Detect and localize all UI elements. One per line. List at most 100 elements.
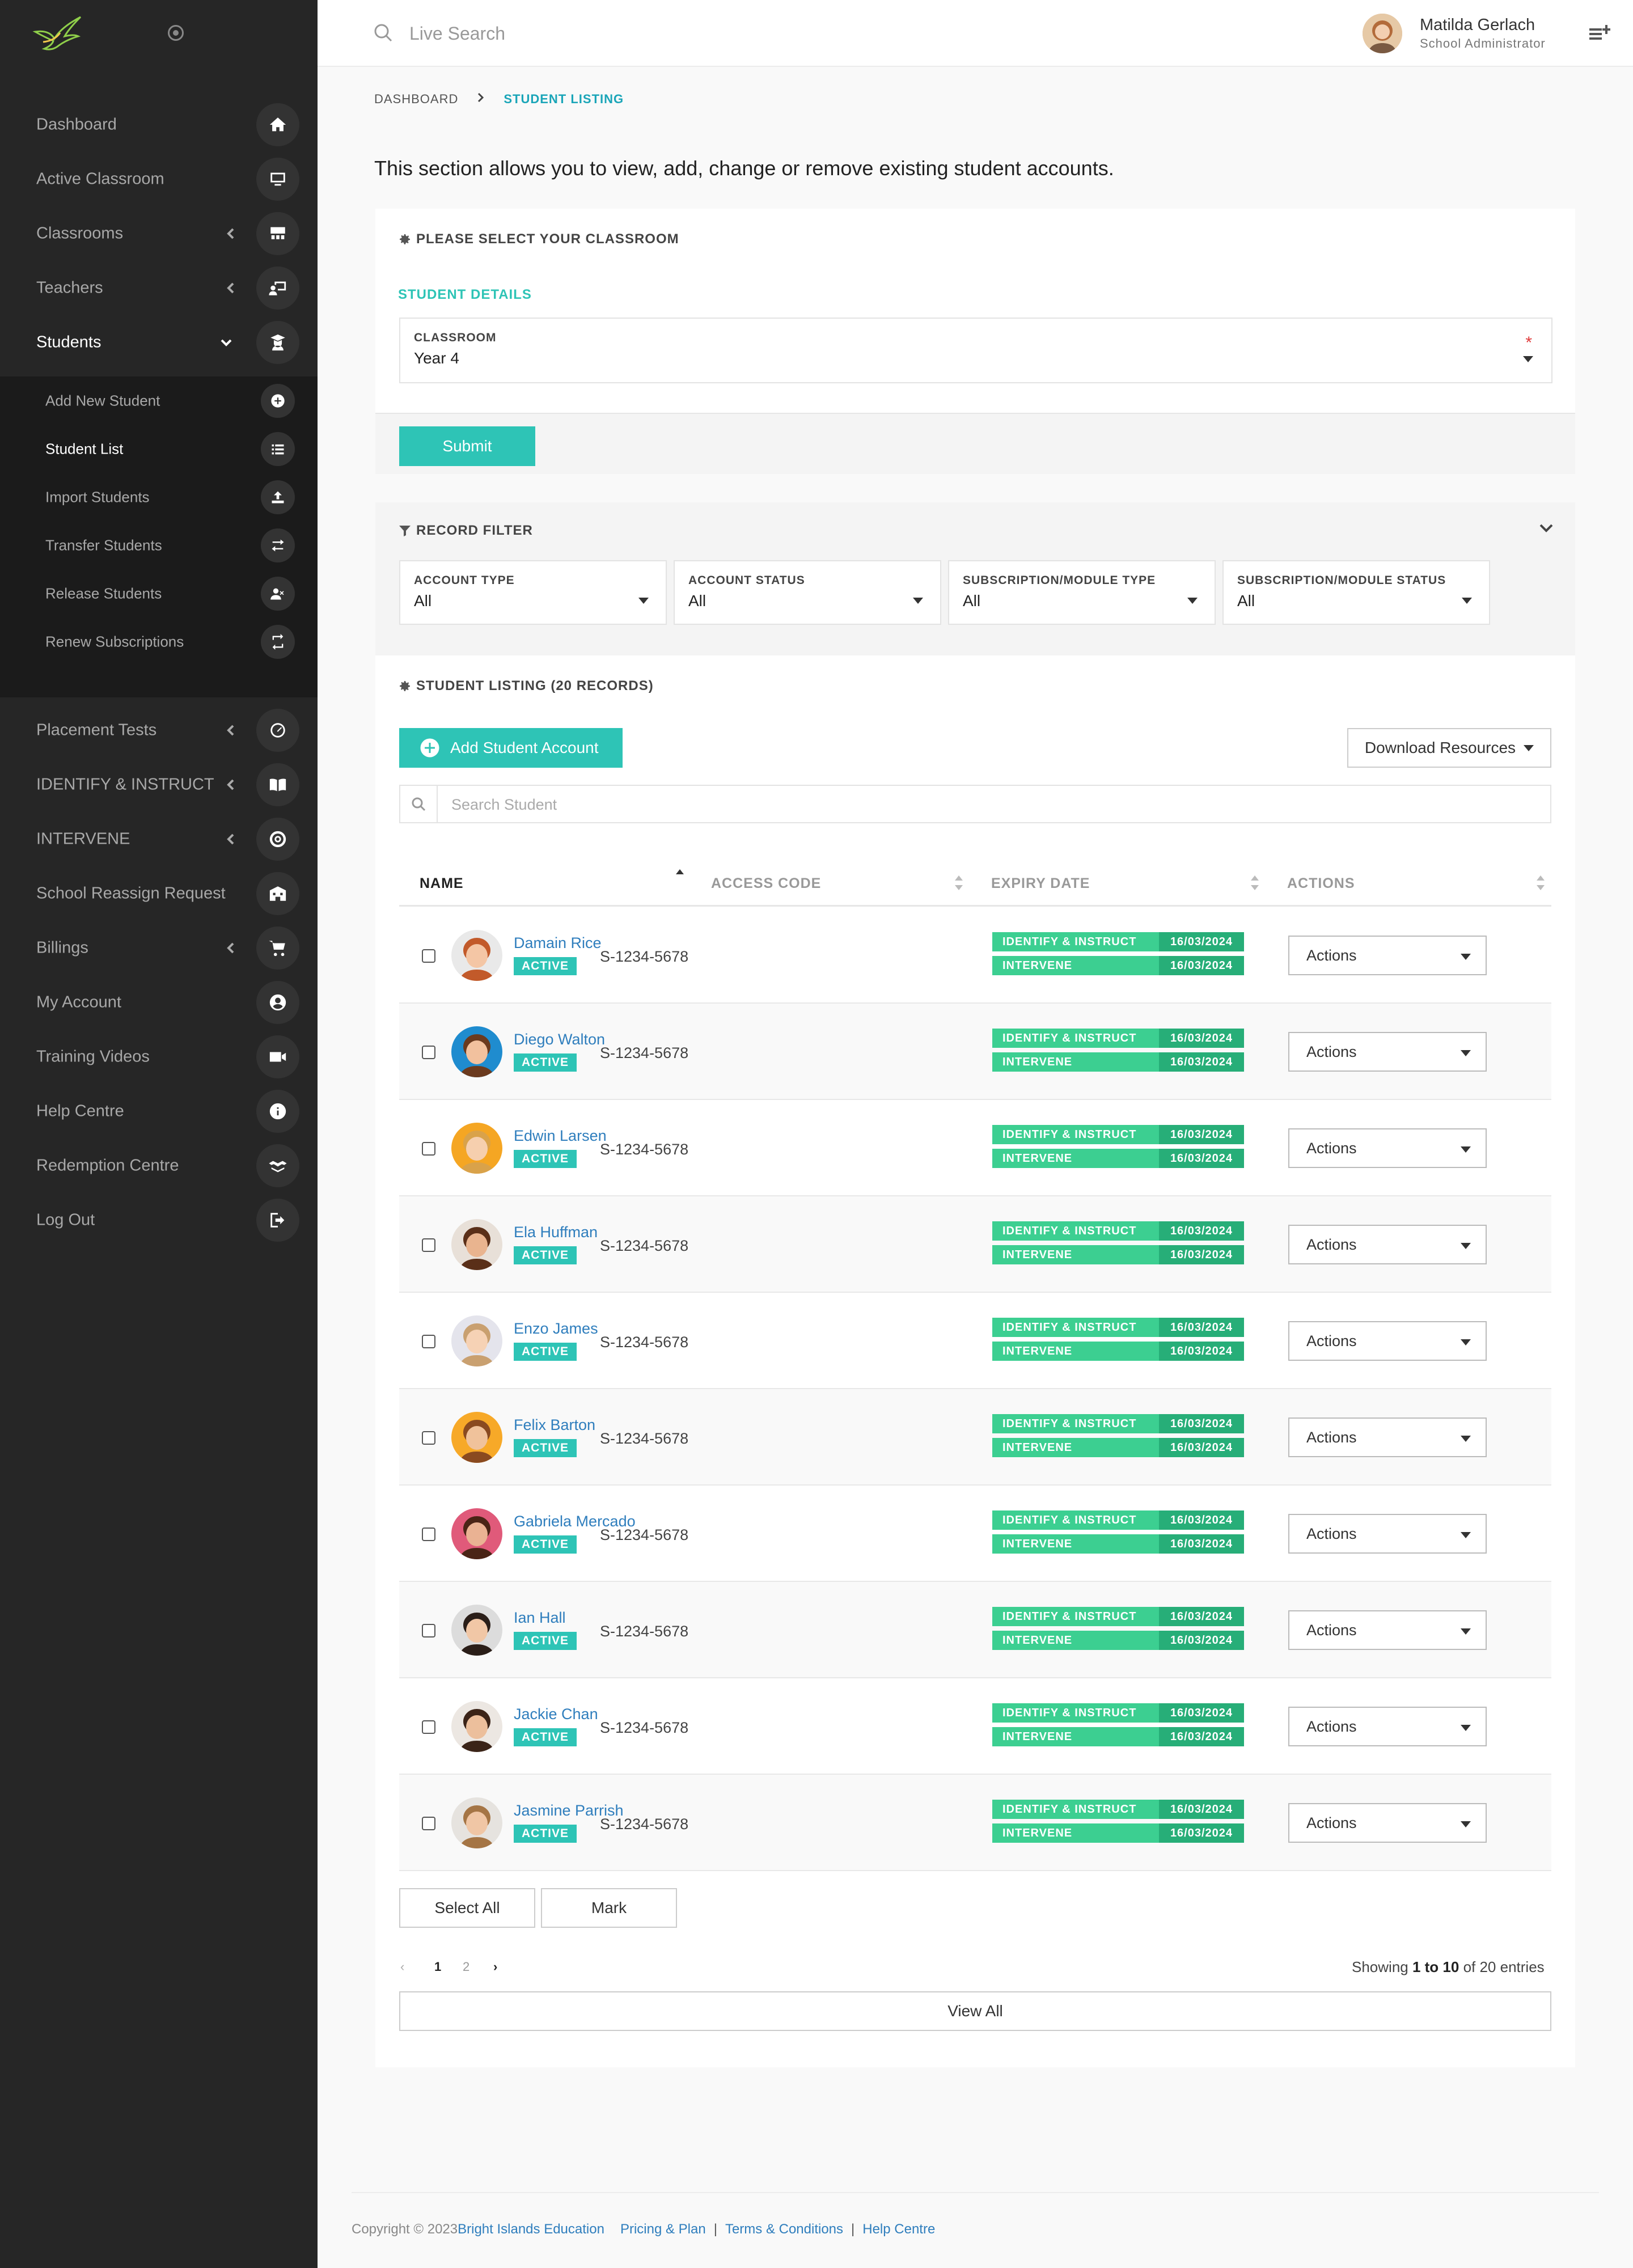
student-avatar[interactable] bbox=[451, 1508, 502, 1559]
add-student-account-button[interactable]: Add Student Account bbox=[399, 728, 623, 768]
actions-dropdown[interactable]: Actions bbox=[1288, 1417, 1487, 1457]
student-avatar[interactable] bbox=[451, 1315, 502, 1366]
subscription-name: IDENTIFY & INSTRUCT bbox=[992, 1029, 1159, 1048]
sidebar-item-identify-instruct[interactable]: IDENTIFY & INSTRUCT bbox=[0, 758, 318, 812]
sidebar-item-redemption-centre[interactable]: Redemption Centre bbox=[0, 1139, 318, 1193]
row-checkbox[interactable] bbox=[422, 1431, 435, 1445]
hummingbird-logo[interactable] bbox=[32, 14, 83, 53]
sort-icon[interactable] bbox=[955, 875, 963, 890]
student-avatar[interactable] bbox=[451, 1026, 502, 1077]
student-name-link[interactable]: Ela Huffman bbox=[514, 1224, 598, 1241]
live-search-input[interactable] bbox=[409, 20, 750, 46]
sidebar-item-school-reassign[interactable]: School Reassign Request bbox=[0, 866, 318, 921]
actions-dropdown[interactable]: Actions bbox=[1288, 1128, 1487, 1168]
search-icon bbox=[373, 23, 394, 43]
column-header-name[interactable]: NAME bbox=[420, 861, 464, 906]
row-checkbox[interactable] bbox=[422, 1046, 435, 1059]
row-checkbox[interactable] bbox=[422, 1817, 435, 1830]
actions-dropdown[interactable]: Actions bbox=[1288, 1514, 1487, 1554]
student-name-link[interactable]: Enzo James bbox=[514, 1320, 598, 1338]
submenu-item-release-students[interactable]: Release Students bbox=[0, 569, 318, 617]
sort-icon[interactable] bbox=[1251, 875, 1259, 890]
menu-add-icon[interactable] bbox=[1588, 23, 1610, 45]
row-checkbox[interactable] bbox=[422, 1527, 435, 1541]
actions-dropdown[interactable]: Actions bbox=[1288, 1225, 1487, 1264]
actions-dropdown[interactable]: Actions bbox=[1288, 936, 1487, 975]
footer-company-link[interactable]: Bright Islands Education bbox=[458, 2222, 604, 2237]
sidebar-item-my-account[interactable]: My Account bbox=[0, 975, 318, 1030]
row-checkbox[interactable] bbox=[422, 1238, 435, 1252]
student-avatar[interactable] bbox=[451, 1701, 502, 1752]
row-checkbox[interactable] bbox=[422, 1624, 435, 1637]
module-type-select[interactable]: SUBSCRIPTION/MODULE TYPE All bbox=[948, 560, 1216, 625]
sidebar-item-help-centre[interactable]: Help Centre bbox=[0, 1084, 318, 1139]
module-status-select[interactable]: SUBSCRIPTION/MODULE STATUS All bbox=[1222, 560, 1490, 625]
actions-dropdown[interactable]: Actions bbox=[1288, 1707, 1487, 1746]
avatar[interactable] bbox=[1363, 14, 1402, 53]
sidebar-item-placement-tests[interactable]: Placement Tests bbox=[0, 703, 318, 758]
sort-icon[interactable] bbox=[1537, 875, 1545, 890]
submenu-item-add-new-student[interactable]: Add New Student bbox=[0, 376, 318, 425]
student-avatar[interactable] bbox=[451, 1605, 502, 1656]
pagination-prev-icon[interactable]: ‹ bbox=[400, 1960, 404, 1974]
column-header-actions[interactable]: ACTIONS bbox=[1287, 861, 1355, 906]
student-avatar[interactable] bbox=[451, 1412, 502, 1463]
sidebar-item-students[interactable]: Students bbox=[0, 315, 318, 370]
actions-dropdown[interactable]: Actions bbox=[1288, 1032, 1487, 1072]
sidebar-item-dashboard[interactable]: Dashboard bbox=[0, 98, 318, 152]
sidebar-item-billings[interactable]: Billings bbox=[0, 921, 318, 975]
pagination-page-2[interactable]: 2 bbox=[463, 1960, 469, 1974]
plus-circle-icon bbox=[261, 383, 295, 418]
sidebar-item-training-videos[interactable]: Training Videos bbox=[0, 1030, 318, 1084]
submenu-item-import-students[interactable]: Import Students bbox=[0, 473, 318, 521]
sidebar-toggle-icon[interactable] bbox=[168, 25, 184, 41]
row-checkbox[interactable] bbox=[422, 1335, 435, 1348]
student-name-link[interactable]: Damain Rice bbox=[514, 934, 602, 952]
student-name-link[interactable]: Diego Walton bbox=[514, 1031, 605, 1048]
pagination-page-1[interactable]: 1 bbox=[434, 1960, 441, 1974]
sort-asc-icon[interactable] bbox=[676, 869, 684, 884]
pagination-next-icon[interactable]: › bbox=[493, 1960, 497, 1974]
breadcrumb-dashboard[interactable]: DASHBOARD bbox=[374, 92, 458, 107]
row-checkbox[interactable] bbox=[422, 1142, 435, 1156]
view-all-button[interactable]: View All bbox=[399, 1991, 1551, 2031]
student-avatar[interactable] bbox=[451, 1219, 502, 1270]
select-all-button[interactable]: Select All bbox=[399, 1888, 535, 1928]
submit-button[interactable]: Submit bbox=[399, 426, 535, 466]
student-avatar[interactable] bbox=[451, 930, 502, 981]
footer-terms-link[interactable]: Terms & Conditions bbox=[725, 2222, 843, 2237]
caret-down-icon bbox=[638, 598, 649, 604]
account-status-select[interactable]: ACCOUNT STATUS All bbox=[674, 560, 941, 625]
student-name-link[interactable]: Felix Barton bbox=[514, 1416, 595, 1434]
access-code: S-1234-5678 bbox=[600, 1430, 689, 1447]
actions-dropdown[interactable]: Actions bbox=[1288, 1321, 1487, 1361]
column-header-expiry-date[interactable]: EXPIRY DATE bbox=[991, 861, 1090, 906]
account-type-select[interactable]: ACCOUNT TYPE All bbox=[399, 560, 667, 625]
actions-dropdown[interactable]: Actions bbox=[1288, 1610, 1487, 1650]
student-name-link[interactable]: Ian Hall bbox=[514, 1609, 566, 1627]
sidebar-item-log-out[interactable]: Log Out bbox=[0, 1193, 318, 1247]
submenu-item-transfer-students[interactable]: Transfer Students bbox=[0, 521, 318, 569]
submenu-item-renew-subscriptions[interactable]: Renew Subscriptions bbox=[0, 617, 318, 666]
submenu-item-student-list[interactable]: Student List bbox=[0, 425, 318, 473]
row-checkbox[interactable] bbox=[422, 949, 435, 963]
chevron-down-icon[interactable] bbox=[1538, 519, 1555, 536]
student-avatar[interactable] bbox=[451, 1797, 502, 1848]
access-code: S-1234-5678 bbox=[600, 1237, 689, 1254]
student-name-link[interactable]: Edwin Larsen bbox=[514, 1127, 607, 1145]
footer-help-link[interactable]: Help Centre bbox=[862, 2222, 935, 2237]
student-avatar[interactable] bbox=[451, 1123, 502, 1174]
download-resources-button[interactable]: Download Resources bbox=[1347, 728, 1551, 768]
sidebar-item-classrooms[interactable]: Classrooms bbox=[0, 206, 318, 261]
search-student-input[interactable] bbox=[451, 794, 1472, 815]
sidebar-item-active-classroom[interactable]: Active Classroom bbox=[0, 152, 318, 206]
sidebar-item-intervene[interactable]: INTERVENE bbox=[0, 812, 318, 866]
actions-dropdown[interactable]: Actions bbox=[1288, 1803, 1487, 1843]
column-header-access-code[interactable]: ACCESS CODE bbox=[711, 861, 821, 906]
sidebar-item-teachers[interactable]: Teachers bbox=[0, 261, 318, 315]
classroom-select[interactable]: CLASSROOM Year 4 * bbox=[399, 318, 1552, 383]
student-name-link[interactable]: Jackie Chan bbox=[514, 1706, 598, 1723]
footer-pricing-link[interactable]: Pricing & Plan bbox=[620, 2222, 706, 2237]
mark-button[interactable]: Mark bbox=[541, 1888, 677, 1928]
row-checkbox[interactable] bbox=[422, 1720, 435, 1734]
